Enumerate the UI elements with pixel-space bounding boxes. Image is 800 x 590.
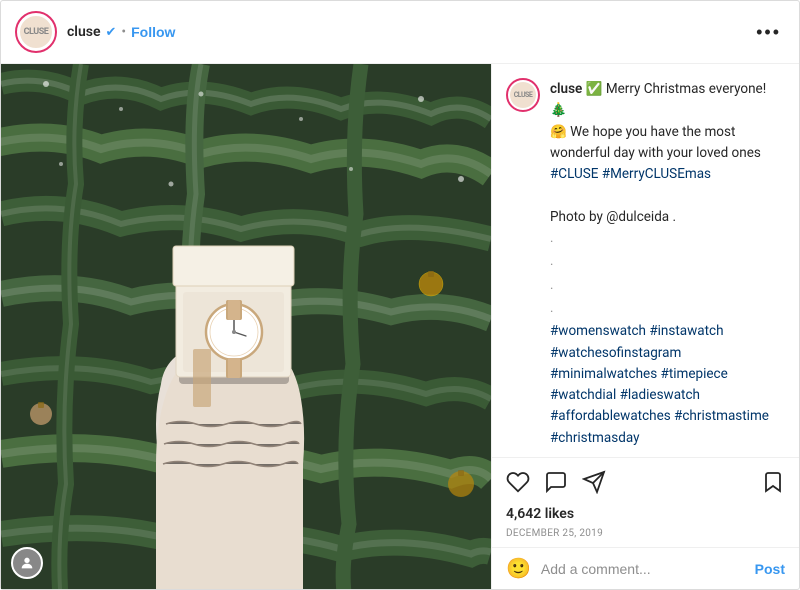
action-icons-row bbox=[506, 466, 785, 498]
caption-avatar-image: CLUSE bbox=[510, 82, 536, 108]
post-image bbox=[1, 64, 491, 589]
post-comment-button[interactable]: Post bbox=[755, 561, 785, 577]
comment-button[interactable] bbox=[544, 466, 568, 498]
post-right-panel: CLUSE cluse ✅ Merry Christmas everyone! … bbox=[491, 64, 799, 589]
header-username-row: cluse ✔ • Follow bbox=[67, 24, 752, 40]
like-button[interactable] bbox=[506, 466, 530, 498]
caption-username[interactable]: cluse bbox=[550, 81, 582, 97]
share-icon bbox=[582, 470, 606, 494]
heart-icon bbox=[506, 470, 530, 494]
caption-content: cluse ✅ Merry Christmas everyone! 🎄🤗 We … bbox=[550, 78, 785, 457]
share-button[interactable] bbox=[582, 466, 606, 498]
caption-avatar[interactable]: CLUSE bbox=[506, 78, 540, 112]
post-caption-area: CLUSE cluse ✅ Merry Christmas everyone! … bbox=[492, 64, 799, 457]
caption-emoji: ✅ Merry Christmas everyone! 🎄🤗 We hope y… bbox=[550, 81, 766, 161]
post-image-bg bbox=[1, 64, 491, 589]
post-actions bbox=[492, 457, 799, 502]
caption-header: CLUSE cluse ✅ Merry Christmas everyone! … bbox=[506, 78, 785, 457]
header-avatar[interactable]: CLUSE bbox=[15, 11, 57, 53]
caption-hashtag-cluse[interactable]: #CLUSE #MerryCLUSEmas bbox=[550, 166, 711, 182]
comment-icon bbox=[544, 470, 568, 494]
emoji-button[interactable]: 🙂 bbox=[506, 556, 531, 581]
tree-decoration bbox=[1, 64, 491, 589]
add-comment-area: 🙂 Post bbox=[492, 547, 799, 589]
dot-separator: • bbox=[121, 24, 126, 40]
post-date: DECEMBER 25, 2019 bbox=[492, 526, 799, 547]
comment-input[interactable] bbox=[541, 561, 755, 577]
caption-text: cluse ✅ Merry Christmas everyone! 🎄🤗 We … bbox=[550, 81, 769, 446]
caption-photo-credit: Photo by @dulceida . bbox=[550, 209, 676, 225]
post-container: CLUSE cluse ✔ • Follow ••• bbox=[0, 0, 800, 590]
bookmark-button[interactable] bbox=[761, 466, 785, 498]
caption-hashtags[interactable]: #womenswatch #instawatch #watchesofinsta… bbox=[550, 323, 769, 445]
post-header: CLUSE cluse ✔ • Follow ••• bbox=[1, 1, 799, 64]
header-username[interactable]: cluse bbox=[67, 24, 100, 40]
more-options-button[interactable]: ••• bbox=[752, 22, 785, 43]
viewer-avatar[interactable] bbox=[11, 547, 43, 579]
follow-button[interactable]: Follow bbox=[131, 24, 175, 40]
verified-icon: ✔ bbox=[105, 25, 116, 40]
post-main: CLUSE cluse ✅ Merry Christmas everyone! … bbox=[1, 64, 799, 589]
caption-dots: .... bbox=[550, 231, 553, 316]
bookmark-icon bbox=[761, 470, 785, 494]
header-avatar-image: CLUSE bbox=[19, 15, 53, 49]
header-info: cluse ✔ • Follow bbox=[67, 24, 752, 40]
likes-count: 4,642 likes bbox=[492, 502, 799, 526]
